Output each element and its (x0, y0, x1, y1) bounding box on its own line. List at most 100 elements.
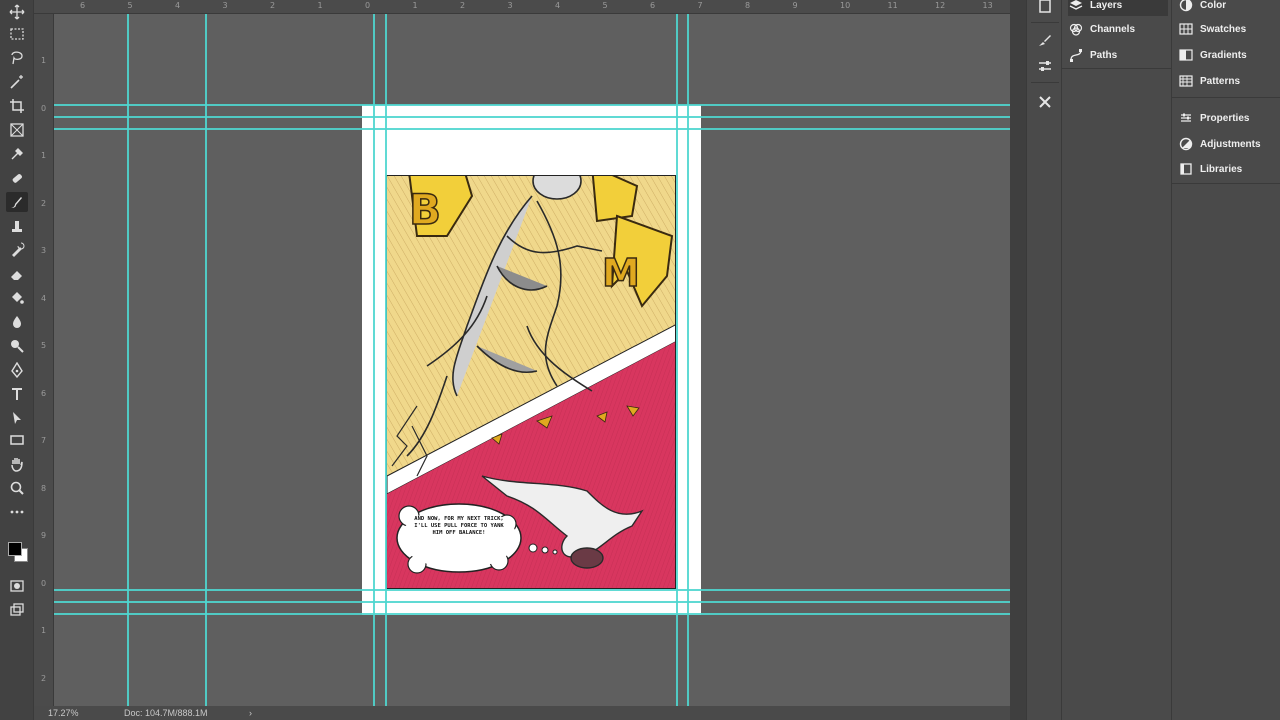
panel-tab-channels[interactable]: Channels (1068, 18, 1168, 40)
photoshop-window: 6 5 4 3 2 1 0 1 2 3 4 5 6 7 8 9 10 11 12 13 10123456789012 (0, 0, 1280, 720)
history-brush-tool-icon[interactable] (6, 240, 28, 260)
svg-text:B: B (409, 185, 441, 234)
blur-tool-icon[interactable] (6, 312, 28, 332)
patterns-icon (1178, 73, 1194, 89)
document-page[interactable]: B M AND NOW, FOR MY NEXT TRICK, I'LL USE… (362, 105, 701, 615)
magic-wand-tool-icon[interactable] (6, 72, 28, 92)
adjustment-sliders-icon[interactable] (1035, 56, 1055, 76)
ruler-tick-label: 4 (175, 1, 181, 10)
channels-icon (1068, 21, 1084, 37)
panel-tab-adjustments[interactable]: Adjustments (1178, 133, 1278, 155)
horizontal-guide[interactable] (54, 601, 1010, 603)
ruler-tick-label: 6 (650, 1, 656, 10)
paint-bucket-tool-icon[interactable] (6, 288, 28, 308)
horizontal-guide[interactable] (54, 116, 1010, 118)
ruler-tick-label: 3 (41, 246, 47, 255)
panel-tab-swatches[interactable]: Swatches (1178, 18, 1278, 40)
lasso-tool-icon[interactable] (6, 48, 28, 68)
ruler-tick-label: 8 (41, 483, 47, 493)
zoom-level[interactable]: 17.27% (48, 708, 79, 718)
screen-mode-icon[interactable] (6, 600, 28, 620)
ruler-tick-label: 2 (41, 673, 47, 683)
vertical-ruler[interactable]: 1 0 1 2 3 4 5 6 7 8 9 0 1 2 (34, 14, 54, 706)
ruler-tick-label: 4 (41, 293, 47, 303)
gradients-icon (1178, 47, 1194, 63)
panel-tab-color[interactable]: Color (1178, 0, 1278, 16)
clone-stamp-tool-icon[interactable] (6, 216, 28, 236)
panel-group-layers: Layers Channels Paths (1062, 0, 1172, 720)
horizontal-guide[interactable] (54, 613, 1010, 615)
eraser-tool-icon[interactable] (6, 264, 28, 284)
panel-tab-label: Layers (1090, 0, 1123, 11)
color-icon (1178, 0, 1194, 13)
ruler-tick-label: 6 (41, 388, 47, 398)
move-tool-icon[interactable] (6, 2, 28, 22)
ruler-tick-label: 2 (460, 1, 466, 10)
ruler-tick-label: 1 (41, 626, 47, 635)
ruler-tick-label: 3 (507, 1, 513, 10)
crop-tool-icon[interactable] (6, 96, 28, 116)
ruler-tick-label: 6 (80, 1, 86, 10)
horizontal-guide[interactable] (54, 589, 1010, 591)
marquee-tool-icon[interactable] (6, 24, 28, 44)
panel-tab-paths[interactable]: Paths (1068, 44, 1168, 66)
healing-brush-tool-icon[interactable] (6, 168, 28, 188)
horizontal-ruler[interactable]: 6 5 4 3 2 1 0 1 2 3 4 5 6 7 8 9 10 11 12 13 (34, 0, 1010, 14)
type-tool-icon[interactable] (6, 384, 28, 404)
comic-panel-artwork[interactable]: B M AND NOW, FOR MY NEXT TRICK, I'LL USE… (386, 175, 676, 589)
quick-mask-icon[interactable] (6, 576, 28, 596)
ruler-tick-label: 10 (840, 1, 851, 10)
more-tools-icon[interactable] (6, 502, 28, 522)
ruler-tick-label: 9 (41, 531, 47, 540)
pen-tool-icon[interactable] (6, 360, 28, 380)
ruler-tick-label: 9 (792, 1, 798, 10)
panel-tab-label: Channels (1090, 23, 1136, 35)
eyedropper-tool-icon[interactable] (6, 144, 28, 164)
panel-tab-libraries[interactable]: Libraries (1178, 158, 1278, 180)
panel-tab-label: Color (1200, 0, 1227, 11)
panel-tab-label: Adjustments (1200, 138, 1261, 150)
dodge-tool-icon[interactable] (6, 336, 28, 356)
ruler-tick-label: 1 (317, 1, 323, 10)
libraries-icon (1178, 161, 1194, 177)
status-menu-arrow[interactable]: › (249, 708, 252, 718)
ruler-tick-label: 0 (41, 578, 47, 588)
canvas-area[interactable]: B M AND NOW, FOR MY NEXT TRICK, I'LL USE… (54, 14, 1010, 706)
rectangle-tool-icon[interactable] (6, 430, 28, 450)
zoom-tool-icon[interactable] (6, 478, 28, 498)
paths-icon (1068, 47, 1084, 63)
horizontal-guide[interactable] (54, 128, 1010, 130)
panel-tab-label: Libraries (1200, 163, 1243, 175)
panel-tab-gradients[interactable]: Gradients (1178, 44, 1278, 66)
panel-tab-patterns[interactable]: Patterns (1178, 70, 1278, 92)
thought-bubble-text: AND NOW, FOR MY NEXT TRICK, I'LL USE PUL… (414, 516, 504, 536)
ruler-tick-label: 2 (270, 1, 276, 10)
panel-dock-gutter (1010, 0, 1026, 720)
status-bar: 17.27% Doc: 104.7M/888.1M › (34, 706, 1010, 720)
ruler-tick-label: 11 (887, 1, 898, 10)
tools-panel (0, 0, 34, 720)
layers-icon (1068, 0, 1084, 13)
brush-settings-icon[interactable] (1035, 30, 1055, 50)
panel-tab-layers[interactable]: Layers (1068, 0, 1168, 16)
panel-tab-label: Gradients (1200, 49, 1247, 61)
panel-tab-label: Paths (1090, 49, 1118, 61)
swatches-icon (1178, 21, 1194, 37)
ruler-tick-label: 12 (935, 1, 946, 10)
collapsed-panel-strip (1026, 0, 1062, 720)
tool-presets-icon[interactable] (1035, 92, 1055, 112)
brush-tool-icon[interactable] (6, 192, 28, 212)
frame-tool-icon[interactable] (6, 120, 28, 140)
ruler-tick-label: 4 (555, 1, 561, 10)
hand-tool-icon[interactable] (6, 454, 28, 474)
path-selection-tool-icon[interactable] (6, 408, 28, 428)
panel-group-color: Color Swatches Gradients Patterns Properties… (1172, 0, 1280, 720)
ruler-tick-label: 3 (222, 1, 228, 10)
horizontal-guide[interactable] (54, 104, 1010, 106)
foreground-background-color-swatch[interactable] (6, 538, 30, 566)
ruler-tick-label: 13 (982, 1, 993, 10)
history-icon[interactable] (1035, 0, 1055, 16)
panel-tab-properties[interactable]: Properties (1178, 107, 1278, 129)
ruler-tick-label: 0 (365, 1, 371, 10)
panel-tab-label: Swatches (1200, 23, 1247, 35)
